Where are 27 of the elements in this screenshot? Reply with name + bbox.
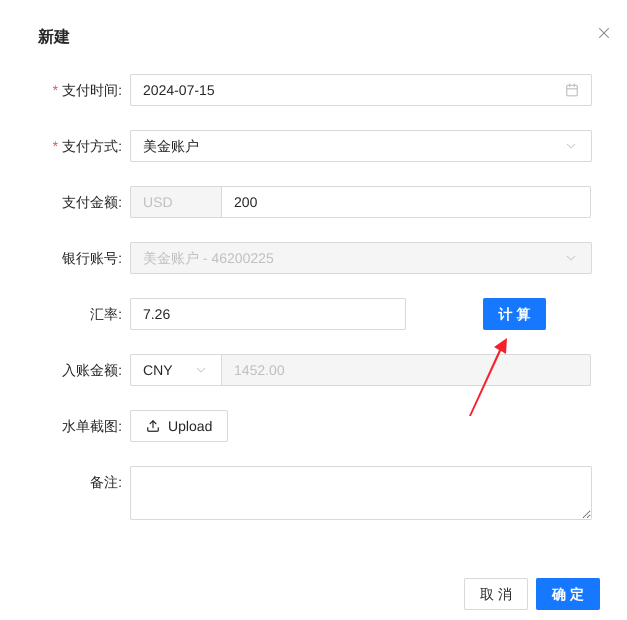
amount-field[interactable]: 200 <box>222 186 591 218</box>
field-label: 支付时间: <box>62 80 122 100</box>
field-label: 备注: <box>90 472 122 492</box>
select-field[interactable]: 美金账户 <box>130 130 592 162</box>
required-mark: * <box>52 136 58 156</box>
field-label: 支付方式: <box>62 136 122 156</box>
dialog-title: 新建 <box>38 27 70 48</box>
rate-value: 7.26 <box>143 304 170 324</box>
field-label: 汇率: <box>90 304 122 324</box>
date-value: 2024-07-15 <box>143 80 215 100</box>
calendar-icon <box>565 83 579 97</box>
upload-button[interactable]: Upload <box>130 410 228 442</box>
field-label: 水单截图: <box>62 416 122 436</box>
currency-value: CNY <box>143 360 173 380</box>
field-label: 银行账号: <box>62 248 122 268</box>
calculate-button[interactable]: 计 算 <box>483 298 546 330</box>
cancel-button[interactable]: 取 消 <box>464 578 528 610</box>
field-label: 入账金额: <box>62 360 122 380</box>
notes-field[interactable] <box>130 466 592 520</box>
select-value: 美金账户 <box>143 136 199 156</box>
required-mark: * <box>52 80 58 100</box>
amount-value: 200 <box>234 192 258 212</box>
field-label: 支付金额: <box>62 192 122 212</box>
upload-icon <box>146 419 160 433</box>
confirm-button[interactable]: 确 定 <box>536 578 600 610</box>
date-field[interactable]: 2024-07-15 <box>130 74 592 106</box>
rate-field[interactable]: 7.26 <box>130 298 406 330</box>
